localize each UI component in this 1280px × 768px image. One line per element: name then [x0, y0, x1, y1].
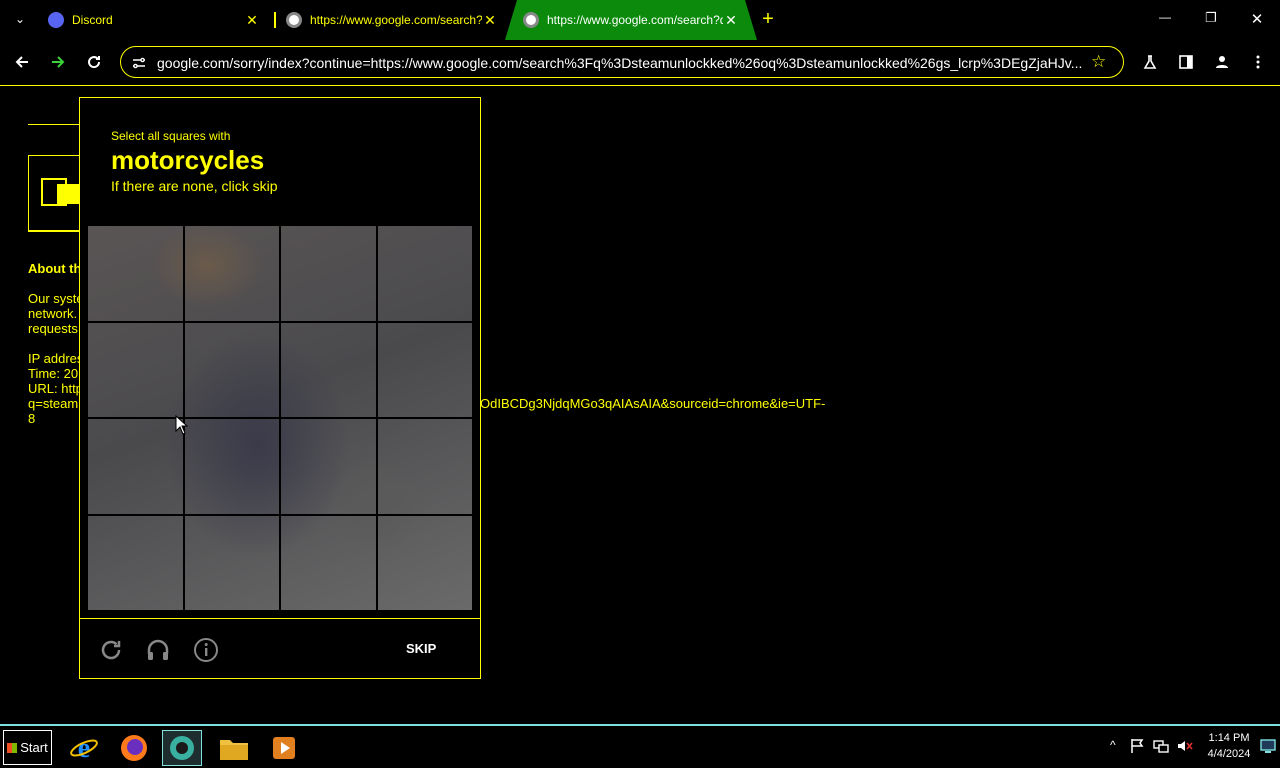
- tab-discord[interactable]: Discord ✕: [36, 0, 272, 40]
- ip-address-label: IP addres: [28, 351, 84, 366]
- captcha-tile[interactable]: [183, 418, 280, 515]
- body-line-1: Our syste: [28, 291, 84, 306]
- media-player-icon[interactable]: [264, 730, 304, 766]
- tab-close-icon[interactable]: ✕: [723, 12, 739, 29]
- show-hidden-icons-icon[interactable]: ^: [1110, 738, 1116, 752]
- tab-title: https://www.google.com/search?q: [310, 13, 482, 27]
- active-app-icon[interactable]: [162, 730, 202, 766]
- forward-button[interactable]: [44, 48, 72, 76]
- internet-explorer-icon[interactable]: e: [64, 730, 104, 766]
- windows-logo-icon: [7, 742, 18, 753]
- clock-time[interactable]: 1:14 PM: [1200, 732, 1258, 744]
- captcha-image-grid: [87, 225, 473, 611]
- captcha-hint: If there are none, click skip: [111, 178, 278, 194]
- menu-kebab-icon[interactable]: [1244, 48, 1272, 76]
- captcha-tile[interactable]: [87, 321, 184, 418]
- headphones-icon[interactable]: [145, 637, 171, 663]
- start-label: Start: [20, 740, 48, 755]
- profile-icon[interactable]: [1208, 48, 1236, 76]
- svg-text:e: e: [78, 733, 90, 763]
- discord-favicon-icon: [48, 12, 64, 28]
- captcha-tile[interactable]: [183, 514, 280, 611]
- google-favicon-icon: [523, 12, 539, 28]
- tab-strip: ⌄ Discord ✕ https://www.google.com/searc…: [0, 0, 1280, 40]
- time-label: Time: 20: [28, 366, 79, 381]
- network-icon[interactable]: [1153, 738, 1169, 759]
- clock-date[interactable]: 4/4/2024: [1200, 748, 1258, 760]
- captcha-instruction: Select all squares with: [111, 129, 231, 143]
- reload-icon[interactable]: [98, 637, 124, 663]
- site-settings-icon[interactable]: [131, 55, 147, 71]
- google-favicon-icon: [286, 12, 302, 28]
- captcha-footer: SKIP: [80, 618, 480, 678]
- url-text[interactable]: google.com/sorry/index?continue=https://…: [157, 55, 1087, 71]
- captcha-tile[interactable]: [280, 225, 377, 322]
- address-bar[interactable]: google.com/sorry/index?continue=https://…: [120, 46, 1124, 78]
- skip-button[interactable]: SKIP: [406, 641, 436, 656]
- captcha-tile[interactable]: [376, 418, 473, 515]
- firefox-icon[interactable]: [114, 730, 154, 766]
- side-panel-icon[interactable]: [1172, 48, 1200, 76]
- captcha-tile[interactable]: [87, 225, 184, 322]
- body-line-2: network.: [28, 306, 78, 321]
- labs-flask-icon[interactable]: [1136, 48, 1164, 76]
- top-divider: [28, 124, 80, 125]
- new-tab-button[interactable]: +: [759, 9, 777, 29]
- tab-search-chevron-icon[interactable]: ⌄: [12, 12, 28, 28]
- captcha-tile[interactable]: [280, 514, 377, 611]
- tab-google-search-active[interactable]: https://www.google.com/search?q ✕: [505, 0, 757, 40]
- info-icon[interactable]: [193, 637, 219, 663]
- about-heading: About th: [28, 261, 82, 276]
- tab-title: Discord: [72, 13, 113, 27]
- captcha-tile[interactable]: [183, 225, 280, 322]
- logo-shape-fill: [57, 184, 81, 204]
- tab-title: https://www.google.com/search?q: [547, 13, 723, 27]
- captcha-tile[interactable]: [183, 321, 280, 418]
- captcha-tile[interactable]: [376, 514, 473, 611]
- recaptcha-challenge: Select all squares with motorcycles If t…: [79, 97, 481, 679]
- body-line-3: requests: [28, 321, 78, 336]
- url-tail-text: OdIBCDg3NjdqMGo3qAIAsAIA&sourceid=chrome…: [480, 396, 826, 411]
- volume-muted-icon[interactable]: [1177, 738, 1193, 759]
- query-label: q=steam: [28, 396, 79, 411]
- captcha-tile[interactable]: [87, 514, 184, 611]
- url-last-char: 8: [28, 411, 36, 426]
- back-button[interactable]: [8, 48, 36, 76]
- close-window-button[interactable]: ✕: [1242, 10, 1272, 30]
- tab-google-search-1[interactable]: https://www.google.com/search?q ✕: [274, 0, 510, 40]
- captcha-tile[interactable]: [376, 225, 473, 322]
- tab-close-icon[interactable]: ✕: [244, 12, 260, 29]
- show-desktop-icon[interactable]: [1260, 738, 1276, 759]
- captcha-tile[interactable]: [376, 321, 473, 418]
- browser-toolbar: google.com/sorry/index?continue=https://…: [0, 40, 1280, 86]
- minimize-button[interactable]: —: [1150, 10, 1180, 30]
- tab-close-icon[interactable]: ✕: [482, 12, 498, 29]
- bottom-divider: [28, 231, 80, 232]
- url-label: URL: http: [28, 381, 83, 396]
- action-center-flag-icon[interactable]: [1130, 738, 1144, 759]
- bookmark-star-icon[interactable]: ☆: [1091, 53, 1109, 71]
- mouse-cursor-icon: [175, 415, 189, 435]
- taskbar: Start e ^ 1:14 PM 4/4/2024: [0, 724, 1280, 768]
- captcha-tile[interactable]: [87, 418, 184, 515]
- start-button[interactable]: Start: [3, 730, 52, 765]
- captcha-tile[interactable]: [280, 321, 377, 418]
- captcha-target: motorcycles: [111, 145, 265, 175]
- reload-button[interactable]: [80, 48, 108, 76]
- file-explorer-icon[interactable]: [214, 730, 254, 766]
- captcha-tile[interactable]: [280, 418, 377, 515]
- restore-button[interactable]: ❐: [1196, 10, 1226, 30]
